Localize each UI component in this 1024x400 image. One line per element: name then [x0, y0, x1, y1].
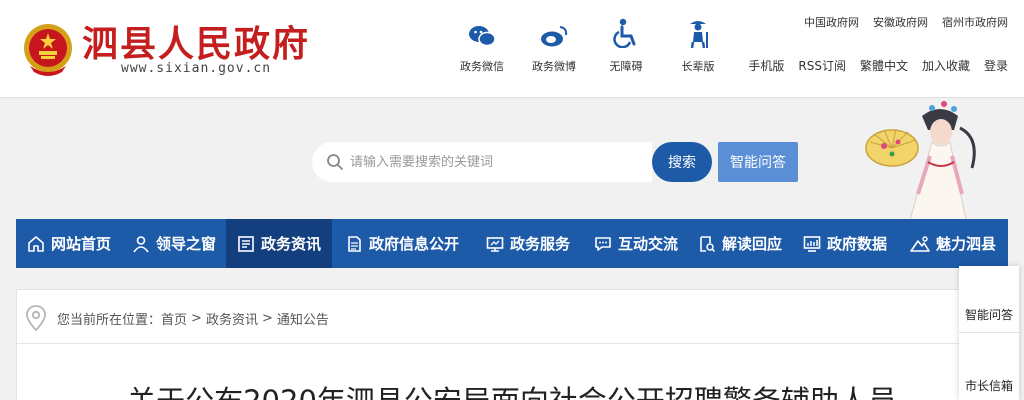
landscape-icon [910, 235, 930, 252]
site-header: 泗县人民政府 www.sixian.gov.cn 政务微信 政务微博 无障碍 长… [0, 0, 1024, 98]
weibo-label: 政务微博 [532, 60, 576, 73]
breadcrumb: 您当前所在位置： 首页 > 政务资讯 > 通知公告 [25, 304, 329, 332]
elder-mode-link[interactable]: 长辈版 [662, 16, 734, 74]
home-icon [28, 235, 44, 252]
site-url: www.sixian.gov.cn [121, 61, 272, 76]
accessibility-icon [613, 18, 636, 48]
traditional-chinese-link[interactable]: 繁體中文 [860, 57, 908, 74]
breadcrumb-separator: > [191, 310, 202, 326]
weibo-link[interactable]: 政务微博 [518, 16, 590, 74]
accessibility-label: 无障碍 [609, 60, 643, 73]
chat-icon [595, 236, 611, 251]
breadcrumb-notices[interactable]: 通知公告 [277, 309, 329, 328]
elder-icon [690, 21, 708, 48]
breadcrumb-news[interactable]: 政务资讯 [206, 309, 258, 328]
nav-item-label: 网站首页 [50, 235, 111, 253]
floating-side-panel: 智能问答 市长信箱 [959, 266, 1019, 400]
breadcrumb-prefix: 您当前所在位置： [57, 312, 162, 328]
header-icon-links: 政务微信 政务微博 无障碍 长辈版 [446, 16, 734, 74]
gov-portal-links: 中国政府网 安徽政府网 宿州市政府网 [804, 14, 1008, 30]
nav-item-label: 解读回应 [721, 235, 782, 253]
search-doc-icon [700, 235, 716, 252]
search-button[interactable]: 搜索 [652, 142, 712, 182]
nav-item-leaders[interactable]: 领导之窗 [122, 219, 226, 268]
rss-link[interactable]: RSS订阅 [798, 57, 846, 74]
document-icon [348, 235, 361, 252]
nav-item-charm-sixian[interactable]: 魅力泗县 [898, 219, 1008, 268]
nav-item-news[interactable]: 政务资讯 [226, 219, 332, 268]
nav-item-label: 政府数据 [826, 235, 887, 253]
national-emblem-icon[interactable] [22, 22, 74, 78]
wechat-label: 政务微信 [460, 60, 504, 73]
ai-qa-button[interactable]: 智能问答 [718, 142, 798, 182]
float-mayor-mailbox[interactable]: 市长信箱 [959, 377, 1019, 394]
nav-item-label: 领导之窗 [155, 235, 216, 253]
login-link[interactable]: 登录 [984, 57, 1008, 74]
article-title: 关于公布2020年泗县公安局面向社会公开招聘警务辅助人员 [17, 378, 1007, 400]
nav-item-gov-data[interactable]: 政府数据 [792, 219, 898, 268]
wechat-link[interactable]: 政务微信 [446, 16, 518, 74]
site-title[interactable]: 泗县人民政府 [82, 15, 310, 67]
nav-item-label: 互动交流 [617, 235, 678, 253]
opera-figure-illustration [865, 101, 976, 220]
nav-item-home[interactable]: 网站首页 [16, 219, 122, 268]
search-icon [327, 154, 343, 170]
nav-item-label: 魅力泗县 [935, 235, 996, 253]
nav-item-info-disclosure[interactable]: 政府信息公开 [332, 219, 472, 268]
breadcrumb-home[interactable]: 首页 [161, 309, 187, 328]
accessibility-link[interactable]: 无障碍 [590, 16, 662, 74]
article-panel: 您当前所在位置： 首页 > 政务资讯 > 通知公告 关于公布2020年泗县公安局… [16, 289, 1008, 400]
nav-item-label: 政务服务 [509, 235, 570, 253]
link-anhui-gov[interactable]: 安徽政府网 [873, 14, 928, 30]
add-favorite-link[interactable]: 加入收藏 [922, 57, 970, 74]
person-icon [133, 235, 149, 252]
float-ai-qa[interactable]: 智能问答 [959, 306, 1019, 323]
nav-item-label: 政府信息公开 [368, 235, 459, 253]
service-icon [486, 236, 504, 252]
utility-links: 手机版 RSS订阅 繁體中文 加入收藏 登录 [748, 57, 1008, 74]
location-pin-icon [26, 305, 46, 331]
link-china-gov[interactable]: 中国政府网 [804, 14, 859, 30]
float-divider [959, 332, 1019, 333]
search-input[interactable] [350, 154, 640, 170]
main-nav: 网站首页 领导之窗 政务资讯 政府信息公开 政务服务 互动交流 解读回应 政府数… [16, 219, 1008, 268]
nav-item-label: 政务资讯 [260, 235, 321, 253]
link-suzhou-gov[interactable]: 宿州市政府网 [942, 14, 1008, 30]
nav-item-interpretation[interactable]: 解读回应 [688, 219, 792, 268]
breadcrumb-divider [17, 343, 1007, 344]
breadcrumb-separator: > [261, 310, 273, 326]
data-icon [803, 235, 821, 252]
weibo-icon [541, 26, 568, 47]
nav-item-services[interactable]: 政务服务 [472, 219, 584, 268]
nav-item-interaction[interactable]: 互动交流 [584, 219, 688, 268]
mobile-version-link[interactable]: 手机版 [748, 57, 784, 74]
search-bar [312, 142, 652, 182]
wechat-icon [469, 26, 496, 47]
elder-mode-label: 长辈版 [681, 60, 715, 73]
news-icon [238, 235, 254, 252]
